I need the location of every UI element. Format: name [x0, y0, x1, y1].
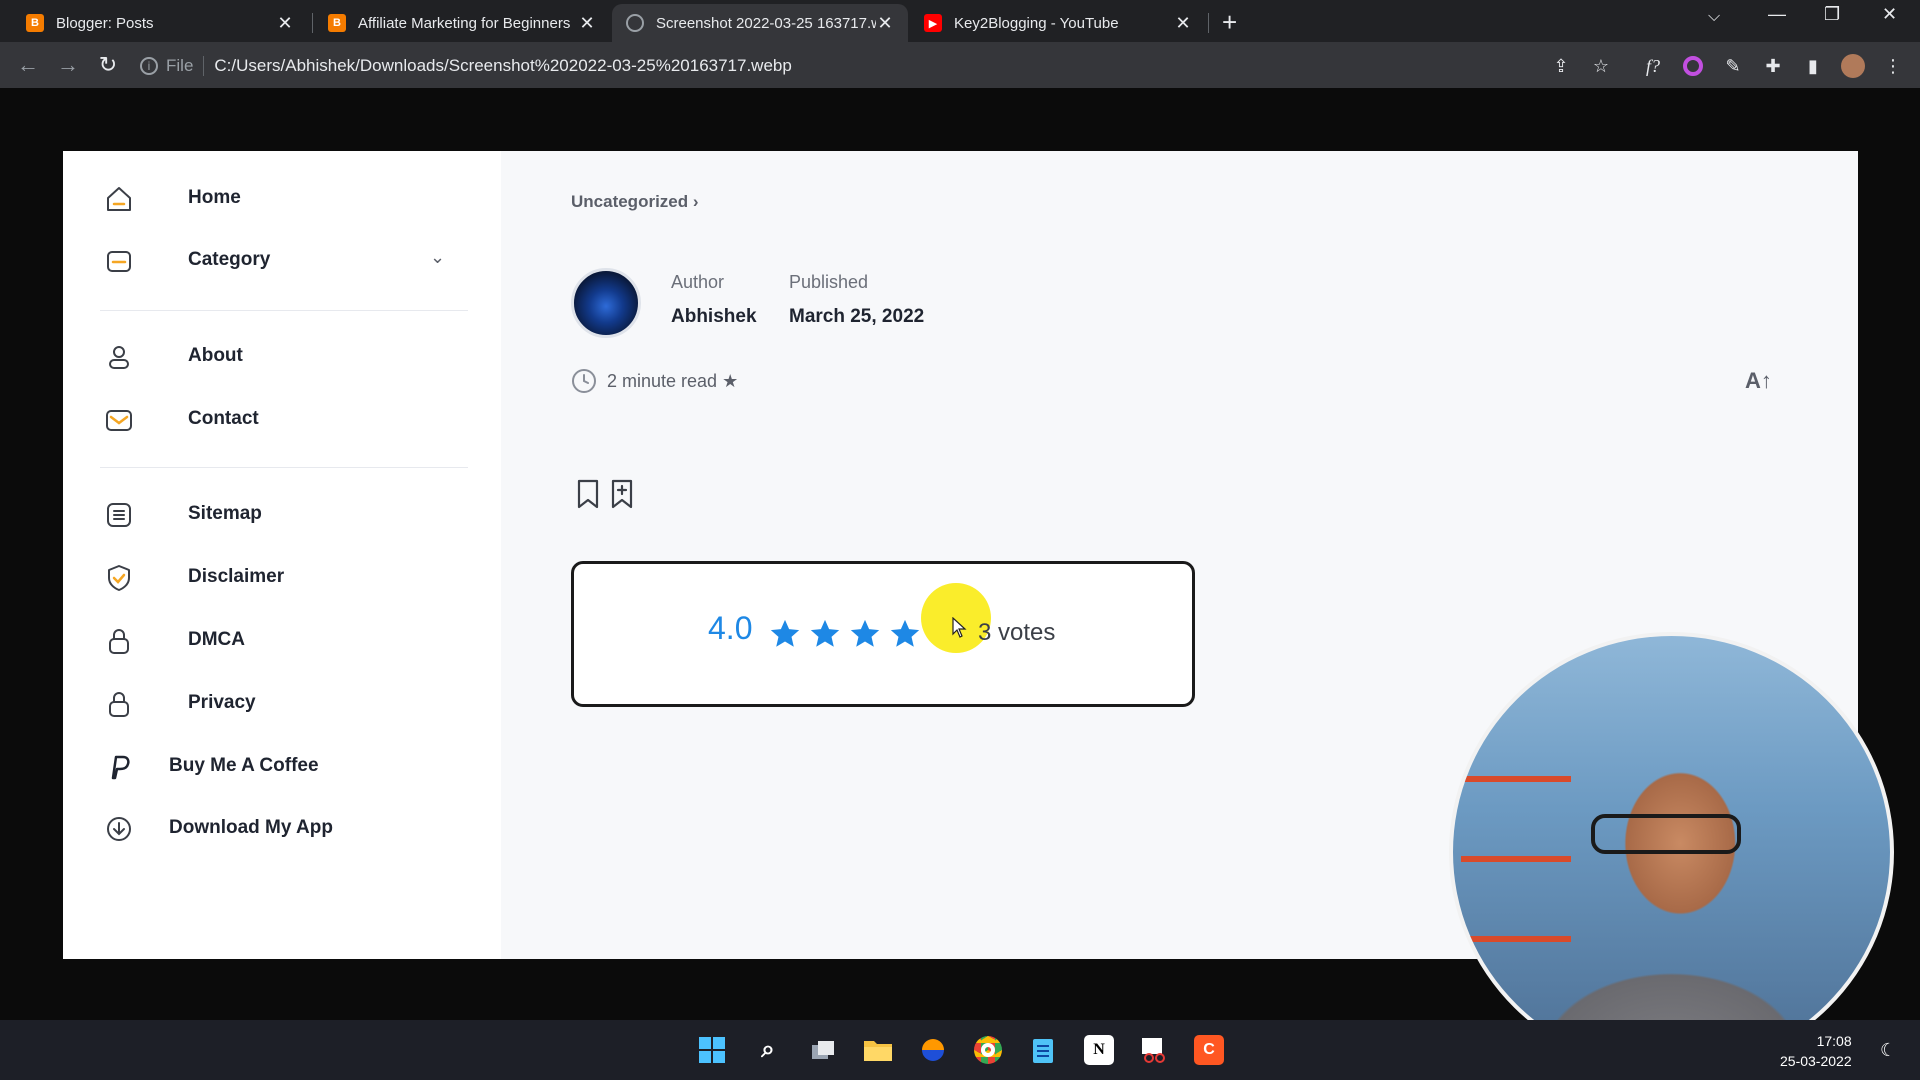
- mouse-cursor-icon: [952, 617, 967, 638]
- reload-button[interactable]: ↻: [94, 51, 122, 79]
- sidebar-item-category[interactable]: Category: [188, 240, 448, 280]
- info-icon[interactable]: i: [140, 57, 158, 75]
- close-window-button[interactable]: ✕: [1882, 4, 1897, 25]
- published-label: Published: [789, 272, 869, 292]
- blogger-icon: B: [26, 14, 44, 32]
- sidebar-item-disclaimer[interactable]: Disclaimer: [188, 557, 284, 597]
- sidebar-item-download-my-app[interactable]: Download My App: [169, 808, 333, 848]
- notion-icon[interactable]: N: [1084, 1035, 1114, 1065]
- tab-search-icon[interactable]: ⌵: [1708, 8, 1720, 26]
- sidebar-divider: [100, 310, 468, 311]
- star-icon[interactable]: [888, 617, 922, 651]
- author-label: Author: [671, 272, 725, 292]
- snipping-tool-icon[interactable]: [1139, 1035, 1169, 1065]
- blogger-icon: B: [328, 14, 346, 32]
- tab-screenshot[interactable]: Screenshot 2022-03-25 163717.w ✕: [612, 4, 908, 42]
- bookmark-icon[interactable]: [574, 478, 602, 510]
- list-icon: [107, 503, 131, 527]
- back-button[interactable]: ←: [14, 51, 42, 79]
- chevron-down-icon[interactable]: ⌄: [430, 247, 445, 268]
- author-avatar[interactable]: [571, 268, 641, 338]
- taskbar-clock[interactable]: 17:08 25-03-2022: [1780, 1031, 1852, 1071]
- shield-icon: [108, 565, 130, 591]
- download-icon: [107, 817, 131, 841]
- sidebar-divider: [100, 467, 468, 468]
- pen-extension-icon[interactable]: ✎: [1720, 53, 1746, 79]
- tab-separator: [312, 13, 313, 33]
- folder-icon: [107, 251, 131, 272]
- clock-time: 17:08: [1816, 1033, 1852, 1049]
- clock-icon: [572, 369, 596, 393]
- minimize-button[interactable]: —: [1768, 4, 1786, 25]
- url-text[interactable]: C:/Users/Abhishek/Downloads/Screenshot%2…: [214, 56, 791, 76]
- author-name[interactable]: Abhishek: [671, 306, 757, 328]
- extensions-puzzle-icon[interactable]: ✚: [1760, 53, 1786, 79]
- bookmark-star-icon[interactable]: ☆: [1588, 53, 1614, 79]
- sidebar-item-home[interactable]: Home: [188, 178, 241, 218]
- sidebar-item-privacy[interactable]: Privacy: [188, 683, 256, 723]
- task-view-icon[interactable]: [808, 1035, 838, 1065]
- rating-score: 4.0: [708, 610, 753, 646]
- sidebar-item-sitemap[interactable]: Sitemap: [188, 494, 262, 534]
- sidebar-item-dmca[interactable]: DMCA: [188, 620, 245, 660]
- close-tab-icon[interactable]: ✕: [276, 13, 294, 34]
- published-date: March 25, 2022: [789, 306, 925, 327]
- tab-blogger-posts[interactable]: B Blogger: Posts ✕: [12, 4, 308, 42]
- youtube-icon: ▶: [924, 14, 942, 32]
- close-tab-icon[interactable]: ✕: [578, 13, 596, 34]
- webcam-overlay: [1449, 632, 1894, 1072]
- close-tab-icon[interactable]: ✕: [1174, 13, 1192, 34]
- sidebar-item-contact[interactable]: Contact: [188, 399, 259, 439]
- tab-affiliate-marketing[interactable]: B Affiliate Marketing for Beginners ✕: [314, 4, 610, 42]
- tab-youtube[interactable]: ▶ Key2Blogging - YouTube ✕: [910, 4, 1206, 42]
- presenter-glasses: [1591, 814, 1741, 854]
- color-picker-extension-icon[interactable]: [1680, 53, 1706, 79]
- clock-date: 25-03-2022: [1780, 1053, 1852, 1069]
- notepad-icon[interactable]: [1028, 1035, 1058, 1065]
- rating-stars[interactable]: [768, 617, 928, 651]
- star-icon[interactable]: [768, 617, 802, 651]
- chrome-icon[interactable]: [973, 1035, 1003, 1065]
- read-time-text: 2 minute read ★: [607, 370, 739, 391]
- shelf-decoration: [1461, 936, 1571, 942]
- lock-icon: [109, 629, 129, 654]
- new-tab-button[interactable]: +: [1222, 7, 1237, 38]
- browser-menu-icon[interactable]: ⋮: [1880, 53, 1906, 79]
- tab-separator: [1208, 13, 1209, 33]
- breadcrumb[interactable]: Uncategorized ›: [571, 192, 699, 212]
- formula-extension-icon[interactable]: f?: [1640, 53, 1666, 79]
- sidebar-item-about[interactable]: About: [188, 336, 243, 376]
- globe-icon: [626, 14, 644, 32]
- bookmark-add-icon[interactable]: [608, 478, 636, 510]
- search-icon[interactable]: ⌕: [753, 1035, 783, 1065]
- forward-button[interactable]: →: [54, 51, 82, 79]
- address-separator: [203, 56, 205, 76]
- lock-icon: [109, 692, 129, 717]
- star-icon[interactable]: [808, 617, 842, 651]
- screen-recorder-icon[interactable]: C: [1194, 1035, 1224, 1065]
- shelf-decoration: [1461, 776, 1571, 782]
- sidebar-item-label: Category: [188, 249, 271, 270]
- star-icon[interactable]: [848, 617, 882, 651]
- file-explorer-icon[interactable]: [863, 1035, 893, 1065]
- read-time: 2 minute read ★: [571, 368, 738, 394]
- profile-avatar[interactable]: [1840, 53, 1866, 79]
- windows-taskbar: [0, 1020, 1920, 1080]
- font-size-toggle-icon[interactable]: A↑: [1745, 368, 1772, 394]
- windows-start-icon[interactable]: [697, 1035, 727, 1065]
- notification-icon[interactable]: ☾: [1880, 1040, 1896, 1061]
- shelf-decoration: [1461, 856, 1571, 862]
- home-icon: [107, 187, 131, 211]
- address-bar[interactable]: i File C:/Users/Abhishek/Downloads/Scree…: [140, 50, 792, 82]
- side-panel-icon[interactable]: ▮: [1800, 53, 1826, 79]
- close-tab-icon[interactable]: ✕: [876, 13, 894, 34]
- vpn-app-icon[interactable]: [918, 1035, 948, 1065]
- mail-icon: [106, 410, 132, 431]
- votes-count: 3 votes: [978, 619, 1056, 646]
- sidebar-item-buy-me-a-coffee[interactable]: Buy Me A Coffee: [169, 746, 319, 786]
- share-icon[interactable]: ⇪: [1548, 53, 1574, 79]
- paypal-icon: [111, 755, 130, 780]
- user-icon: [109, 346, 129, 369]
- restore-button[interactable]: ❐: [1824, 4, 1840, 25]
